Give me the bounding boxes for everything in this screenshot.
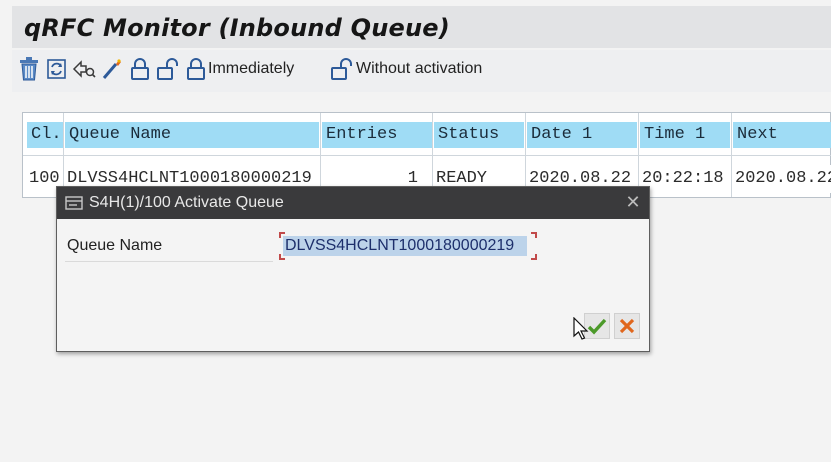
activate-queue-dialog: S4H(1)/100 Activate Queue ✕ Queue Name — [56, 186, 650, 352]
edit-button[interactable] — [100, 56, 124, 82]
refresh-icon — [47, 59, 66, 79]
column-divider — [525, 113, 526, 197]
display-icon — [72, 60, 96, 78]
queue-name-label: Queue Name — [67, 237, 163, 254]
refresh-button[interactable] — [45, 56, 69, 82]
lock-icon — [131, 58, 149, 80]
queue-name-input[interactable] — [279, 232, 537, 260]
column-divider — [638, 113, 639, 197]
cell-time1[interactable]: 20:22:18 — [640, 165, 730, 193]
cell-next[interactable]: 2020.08.22 — [733, 165, 831, 193]
immediately-label: Immediately — [208, 60, 295, 77]
focus-corner — [279, 232, 285, 238]
column-header-entries[interactable]: Entries — [322, 122, 432, 148]
delete-button[interactable] — [18, 56, 40, 82]
toolbar: Immediately Without activation — [12, 50, 831, 92]
column-header-next[interactable]: Next — [733, 122, 831, 148]
checkmark-icon — [587, 318, 607, 335]
lock-immediately-button[interactable]: Immediately — [186, 56, 294, 82]
cancel-button[interactable] — [614, 313, 640, 339]
title-bar: qRFC Monitor (Inbound Queue) — [12, 6, 831, 48]
column-divider — [320, 113, 321, 197]
unlock-without-activation-button[interactable]: Without activation — [330, 56, 482, 82]
column-header-status[interactable]: Status — [434, 122, 524, 148]
column-divider — [731, 113, 732, 197]
column-header-time1[interactable]: Time 1 — [640, 122, 730, 148]
focus-corner — [531, 232, 537, 238]
page-title: qRFC Monitor (Inbound Queue) — [24, 14, 450, 42]
column-divider — [63, 113, 64, 197]
mouse-cursor-icon — [573, 317, 589, 340]
unlock-without-activation-icon — [331, 58, 352, 80]
unlock-icon — [157, 58, 178, 80]
queue-name-field[interactable] — [279, 232, 537, 260]
without-activation-label: Without activation — [356, 60, 483, 77]
edit-icon — [102, 59, 121, 79]
focus-corner — [279, 254, 285, 260]
display-button[interactable] — [72, 56, 96, 82]
dialog-header[interactable]: S4H(1)/100 Activate Queue ✕ — [57, 187, 649, 219]
focus-corner — [531, 254, 537, 260]
column-header-date1[interactable]: Date 1 — [527, 122, 637, 148]
lock-button[interactable] — [130, 56, 150, 82]
cancel-x-icon — [619, 318, 635, 334]
column-header-queue-name[interactable]: Queue Name — [65, 122, 319, 148]
unlock-button[interactable] — [156, 56, 180, 82]
column-divider — [432, 113, 433, 197]
delete-icon — [20, 57, 38, 81]
header-divider — [23, 155, 831, 156]
label-underline — [65, 261, 273, 262]
column-header-client[interactable]: Cl. — [27, 122, 63, 148]
dialog-title: S4H(1)/100 Activate Queue — [89, 194, 284, 211]
dialog-window-icon — [65, 196, 83, 210]
close-icon[interactable]: ✕ — [623, 193, 643, 213]
lock-immediately-icon — [187, 58, 205, 80]
